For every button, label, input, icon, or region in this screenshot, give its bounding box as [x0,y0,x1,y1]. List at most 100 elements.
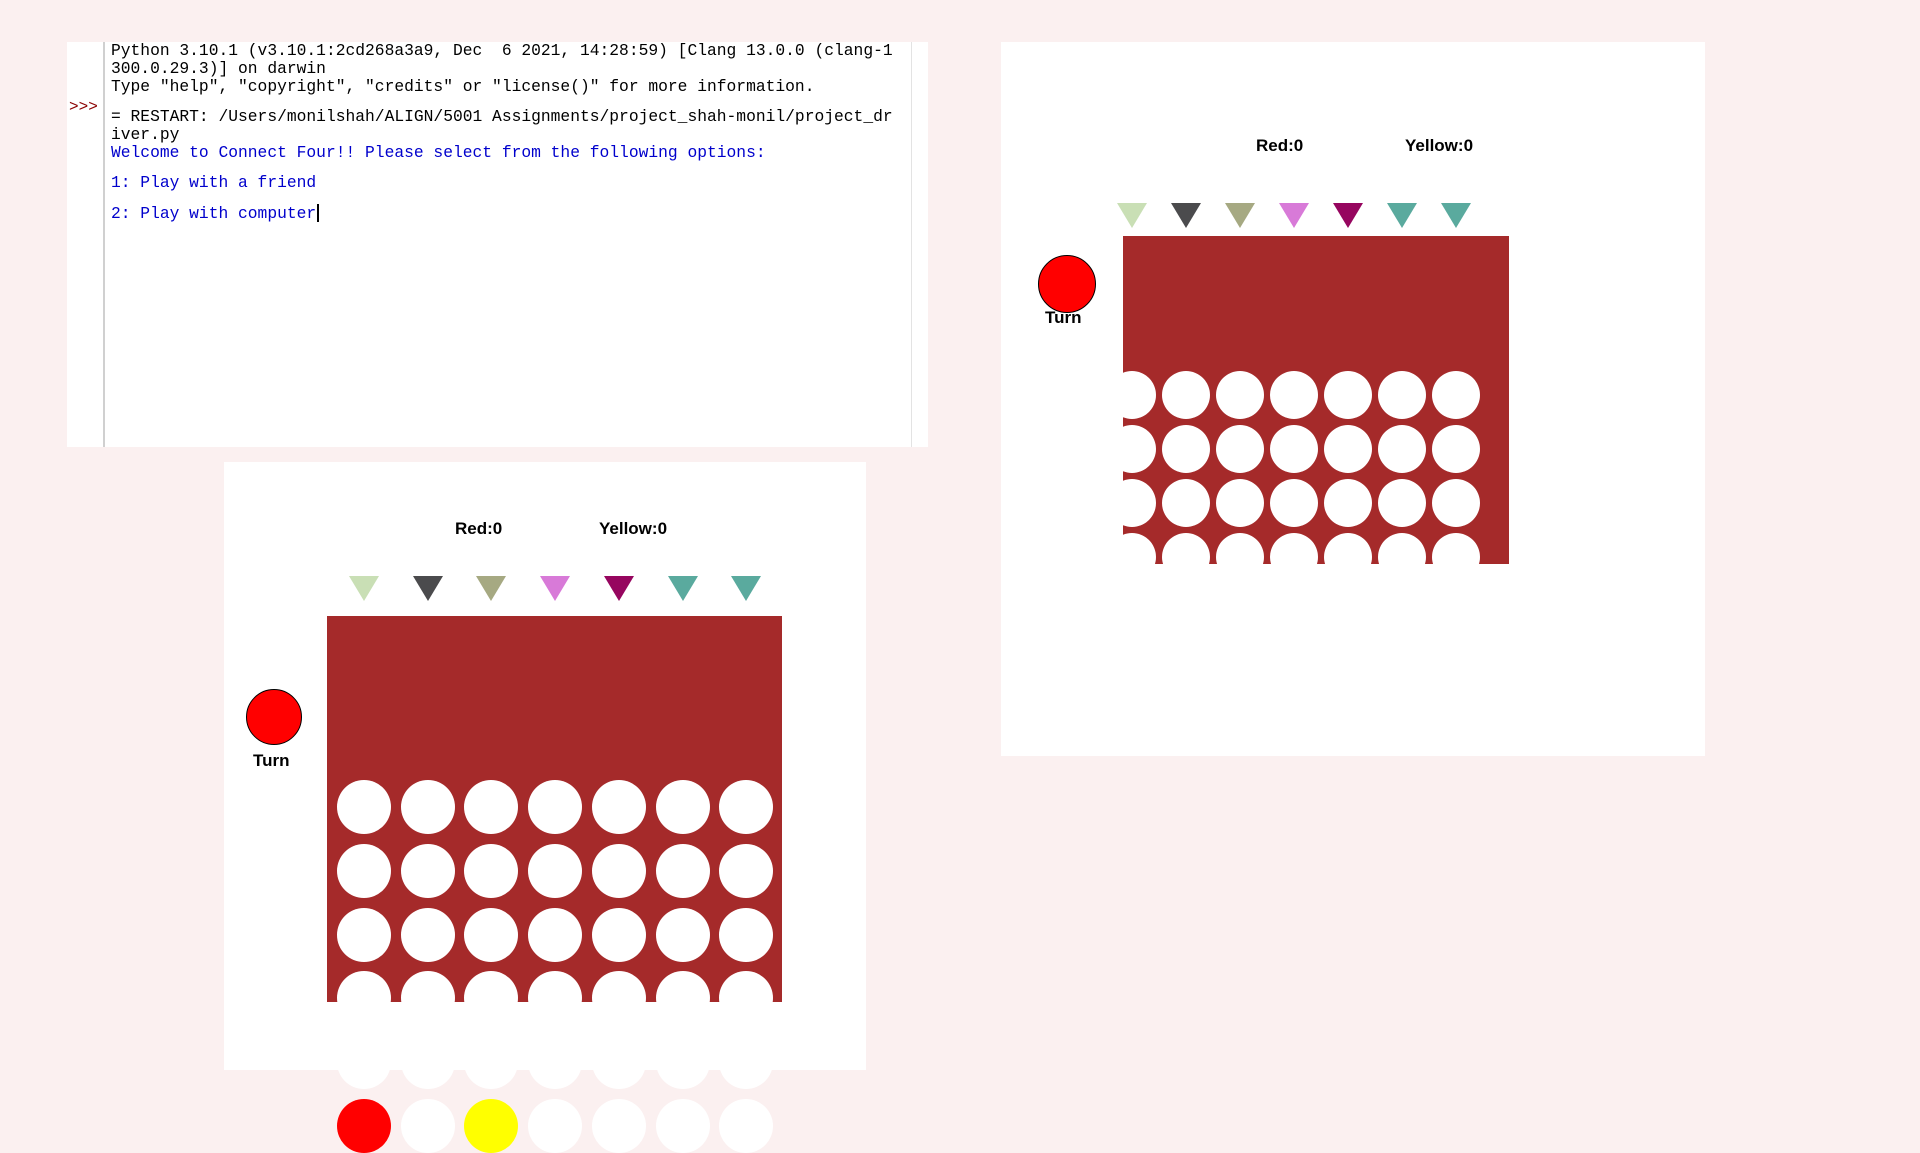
empty-slot[interactable] [1432,641,1480,689]
column-drop-arrow-1[interactable] [1117,203,1147,228]
empty-slot[interactable] [1378,479,1426,527]
red-piece[interactable] [337,1099,391,1153]
empty-slot[interactable] [464,1035,519,1090]
empty-slot[interactable] [400,1035,455,1090]
game-board[interactable] [1108,236,1509,689]
empty-slot[interactable] [655,971,710,1026]
empty-slot[interactable] [464,780,519,834]
empty-slot[interactable] [1378,587,1426,635]
empty-slot[interactable] [528,780,583,834]
empty-slot[interactable] [1324,425,1372,473]
empty-slot[interactable] [655,843,710,898]
empty-slot[interactable] [1108,425,1156,473]
column-drop-arrow-4[interactable] [540,576,571,601]
empty-slot[interactable] [337,1035,391,1090]
empty-slot[interactable] [655,1099,710,1153]
empty-slot[interactable] [528,843,583,898]
empty-slot[interactable] [1162,533,1210,581]
empty-slot[interactable] [464,843,519,898]
empty-slot[interactable] [591,971,646,1026]
empty-slot[interactable] [719,843,774,898]
empty-slot[interactable] [400,780,455,834]
column-drop-arrow-6[interactable] [1387,203,1417,228]
empty-slot[interactable] [719,907,774,962]
empty-slot[interactable] [1216,371,1264,419]
yellow-piece[interactable] [464,1099,519,1153]
empty-slot[interactable] [1378,641,1426,689]
empty-slot[interactable] [400,1099,455,1153]
empty-slot[interactable] [1432,479,1480,527]
empty-slot[interactable] [400,971,455,1026]
empty-slot[interactable] [1162,425,1210,473]
empty-slot[interactable] [1108,587,1156,635]
empty-slot[interactable] [591,1099,646,1153]
empty-slot[interactable] [655,780,710,834]
shell-scrollbar[interactable] [911,42,912,447]
empty-slot[interactable] [1324,479,1372,527]
empty-slot[interactable] [1216,641,1264,689]
empty-slot[interactable] [1378,371,1426,419]
game-board[interactable] [327,616,782,1153]
empty-slot[interactable] [1108,371,1156,419]
empty-slot[interactable] [337,907,391,962]
empty-slot[interactable] [655,1035,710,1090]
empty-slot[interactable] [337,971,391,1026]
empty-slot[interactable] [1432,425,1480,473]
empty-slot[interactable] [591,907,646,962]
empty-slot[interactable] [719,1035,774,1090]
empty-slot[interactable] [1324,533,1372,581]
empty-slot[interactable] [528,1035,583,1090]
empty-slot[interactable] [1270,371,1318,419]
column-drop-arrow-2[interactable] [1171,203,1201,228]
empty-slot[interactable] [1270,587,1318,635]
column-drop-arrow-5[interactable] [603,576,634,601]
empty-slot[interactable] [1216,479,1264,527]
column-drop-arrow-4[interactable] [1279,203,1309,228]
empty-slot[interactable] [591,1035,646,1090]
column-drop-arrow-3[interactable] [1225,203,1255,228]
empty-slot[interactable] [1324,371,1372,419]
empty-slot[interactable] [528,1099,583,1153]
empty-slot[interactable] [1216,533,1264,581]
empty-slot[interactable] [1432,371,1480,419]
empty-slot[interactable] [1378,425,1426,473]
empty-slot[interactable] [1270,533,1318,581]
empty-slot[interactable] [1108,479,1156,527]
empty-slot[interactable] [1216,587,1264,635]
empty-slot[interactable] [400,907,455,962]
empty-slot[interactable] [655,907,710,962]
column-drop-arrow-1[interactable] [349,576,379,601]
empty-slot[interactable] [464,971,519,1026]
empty-slot[interactable] [719,971,774,1026]
empty-slot[interactable] [1270,425,1318,473]
column-drop-arrow-5[interactable] [1333,203,1363,228]
empty-slot[interactable] [464,907,519,962]
empty-slot[interactable] [1162,479,1210,527]
empty-slot[interactable] [1432,587,1480,635]
empty-slot[interactable] [1270,641,1318,689]
empty-slot[interactable] [1324,587,1372,635]
empty-slot[interactable] [1270,479,1318,527]
empty-slot[interactable] [1378,533,1426,581]
column-drop-arrow-3[interactable] [476,576,507,601]
empty-slot[interactable] [1162,371,1210,419]
empty-slot[interactable] [591,843,646,898]
empty-slot[interactable] [719,780,774,834]
empty-slot[interactable] [1162,641,1210,689]
empty-slot[interactable] [1216,425,1264,473]
empty-slot[interactable] [528,971,583,1026]
empty-slot[interactable] [1108,533,1156,581]
empty-slot[interactable] [528,907,583,962]
column-drop-arrow-6[interactable] [667,576,698,601]
empty-slot[interactable] [400,843,455,898]
empty-slot[interactable] [1324,641,1372,689]
empty-slot[interactable] [337,780,391,834]
column-drop-arrow-2[interactable] [412,576,443,601]
column-drop-arrow-7[interactable] [731,576,762,601]
empty-slot[interactable] [337,843,391,898]
empty-slot[interactable] [1108,641,1156,689]
empty-slot[interactable] [719,1099,774,1153]
empty-slot[interactable] [591,780,646,834]
column-drop-arrow-7[interactable] [1441,203,1471,228]
empty-slot[interactable] [1432,533,1480,581]
